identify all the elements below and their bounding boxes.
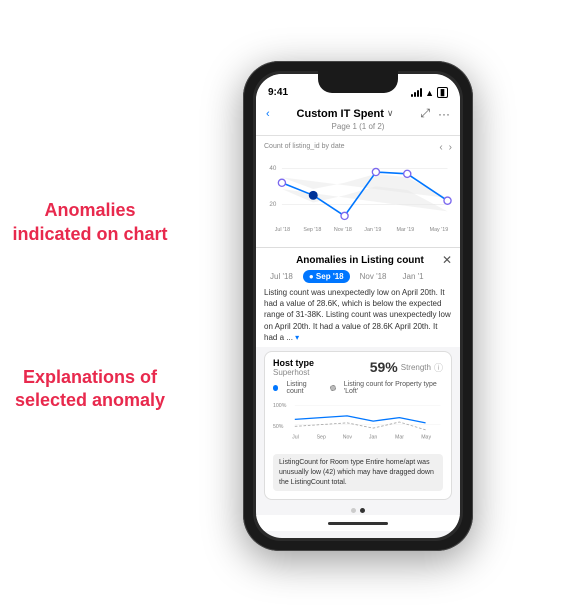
legend-label-loft: Listing count for Property type 'Loft'	[344, 381, 443, 395]
chart-label: Count of listing_id by date	[264, 143, 345, 150]
mini-legend: Listing count Listing count for Property…	[273, 381, 443, 395]
status-icons: ▲ ▮	[411, 87, 448, 98]
info-icon[interactable]: ⓘ	[434, 361, 443, 374]
phone-screen: 9:41 ▲ ▮	[256, 74, 460, 538]
strength-badge: 59% Strength ⓘ	[370, 359, 443, 375]
host-type-value: Superhost	[273, 368, 314, 377]
status-time: 9:41	[268, 87, 288, 98]
wifi-icon: ▲	[425, 88, 434, 98]
anomaly-description: Listing count was unexpectedly low on Ap…	[256, 287, 460, 347]
header-title-group: Custom IT Spent ∨	[297, 108, 394, 120]
chart-section: Count of listing_id by date ‹ › 40 20	[256, 136, 460, 247]
svg-text:Jul: Jul	[292, 435, 299, 441]
mini-chart-footnote: ListingCount for Room type Entire home/a…	[273, 454, 443, 491]
close-button[interactable]: ✕	[442, 253, 452, 267]
anomaly-panel-title: Anomalies in Listing count	[278, 255, 442, 266]
chart-svg-container: 40 20	[264, 153, 452, 243]
svg-text:20: 20	[269, 201, 276, 208]
header-title: Custom IT Spent	[297, 108, 384, 120]
strength-percentage: 59%	[370, 359, 398, 375]
header-subtitle: Page 1 (1 of 2)	[266, 122, 450, 131]
host-type-label: Host type	[273, 358, 314, 368]
pagination	[256, 504, 460, 515]
svg-text:Nov: Nov	[343, 435, 353, 441]
host-card: Host type Superhost 59% Strength ⓘ Listi…	[264, 351, 452, 500]
svg-text:Mar '19: Mar '19	[396, 227, 414, 233]
chart-nav-right[interactable]: ›	[449, 142, 452, 153]
svg-text:Jan: Jan	[369, 435, 378, 441]
chart-nav-left[interactable]: ‹	[439, 142, 442, 153]
header-row1: ‹ Custom IT Spent ∨ ⤢ ···	[266, 106, 450, 121]
home-bar	[328, 522, 388, 525]
svg-text:Nov '18: Nov '18	[334, 227, 352, 233]
anomaly-panel: Anomalies in Listing count ✕ Jul '18 ● S…	[256, 247, 460, 347]
anomaly-tab-jul18[interactable]: Jul '18	[264, 270, 299, 283]
expand-button[interactable]: ▾	[295, 333, 299, 342]
header-nav: ‹	[266, 108, 270, 120]
chart-header-row: Count of listing_id by date ‹ ›	[264, 142, 452, 153]
chevron-down-icon[interactable]: ∨	[387, 108, 394, 119]
app-header: ‹ Custom IT Spent ∨ ⤢ ··· Page 1 (1 of 2…	[256, 102, 460, 136]
main-chart-svg: 40 20	[264, 153, 452, 243]
legend-dot-loft	[330, 385, 336, 391]
svg-text:Sep: Sep	[317, 435, 326, 441]
expand-icon[interactable]: ⤢	[420, 106, 430, 121]
mini-chart-svg: 100% 50% Jul Sep Nov Jan Mar May	[273, 397, 443, 447]
svg-text:Jan '19: Jan '19	[364, 227, 381, 233]
strength-label: Strength	[401, 363, 431, 372]
svg-text:May: May	[421, 435, 431, 441]
svg-text:40: 40	[269, 165, 276, 172]
more-icon[interactable]: ···	[438, 107, 450, 121]
svg-text:Jul '18: Jul '18	[275, 227, 290, 233]
page-dot-2[interactable]	[360, 508, 365, 513]
phone-inner: 9:41 ▲ ▮	[253, 71, 463, 541]
signal-icon	[411, 88, 422, 97]
svg-text:Sep '18: Sep '18	[303, 227, 321, 233]
anomaly-chart-label: Anomalies indicated on chart	[10, 199, 170, 246]
host-card-header: Host type Superhost 59% Strength ⓘ	[273, 358, 443, 377]
anomaly-header: Anomalies in Listing count ✕	[256, 248, 460, 270]
page-dot-1[interactable]	[351, 508, 356, 513]
battery-icon: ▮	[437, 87, 448, 98]
legend-label-listing: Listing count	[286, 381, 322, 395]
anomaly-explanation-label: Explanations of selected anomaly	[10, 366, 170, 413]
anomaly-tab-jan19[interactable]: Jan '1	[397, 270, 430, 283]
svg-text:50%: 50%	[273, 424, 284, 430]
legend-dot-listing	[273, 385, 278, 391]
svg-text:May '19: May '19	[430, 227, 449, 233]
svg-text:Mar: Mar	[395, 435, 404, 441]
phone-shell: 9:41 ▲ ▮	[243, 61, 473, 551]
phone-notch	[318, 71, 398, 93]
svg-text:100%: 100%	[273, 403, 287, 409]
anomaly-tab-nov18[interactable]: Nov '18	[354, 270, 393, 283]
back-button[interactable]: ‹	[266, 108, 270, 120]
anomaly-tabs: Jul '18 ● Sep '18 Nov '18 Jan '1	[256, 270, 460, 287]
host-type-info: Host type Superhost	[273, 358, 314, 377]
left-labels: Anomalies indicated on chart Explanation…	[10, 0, 170, 612]
home-indicator	[256, 515, 460, 531]
header-actions: ⤢ ···	[420, 106, 450, 121]
anomaly-tab-sep18[interactable]: ● Sep '18	[303, 270, 350, 283]
